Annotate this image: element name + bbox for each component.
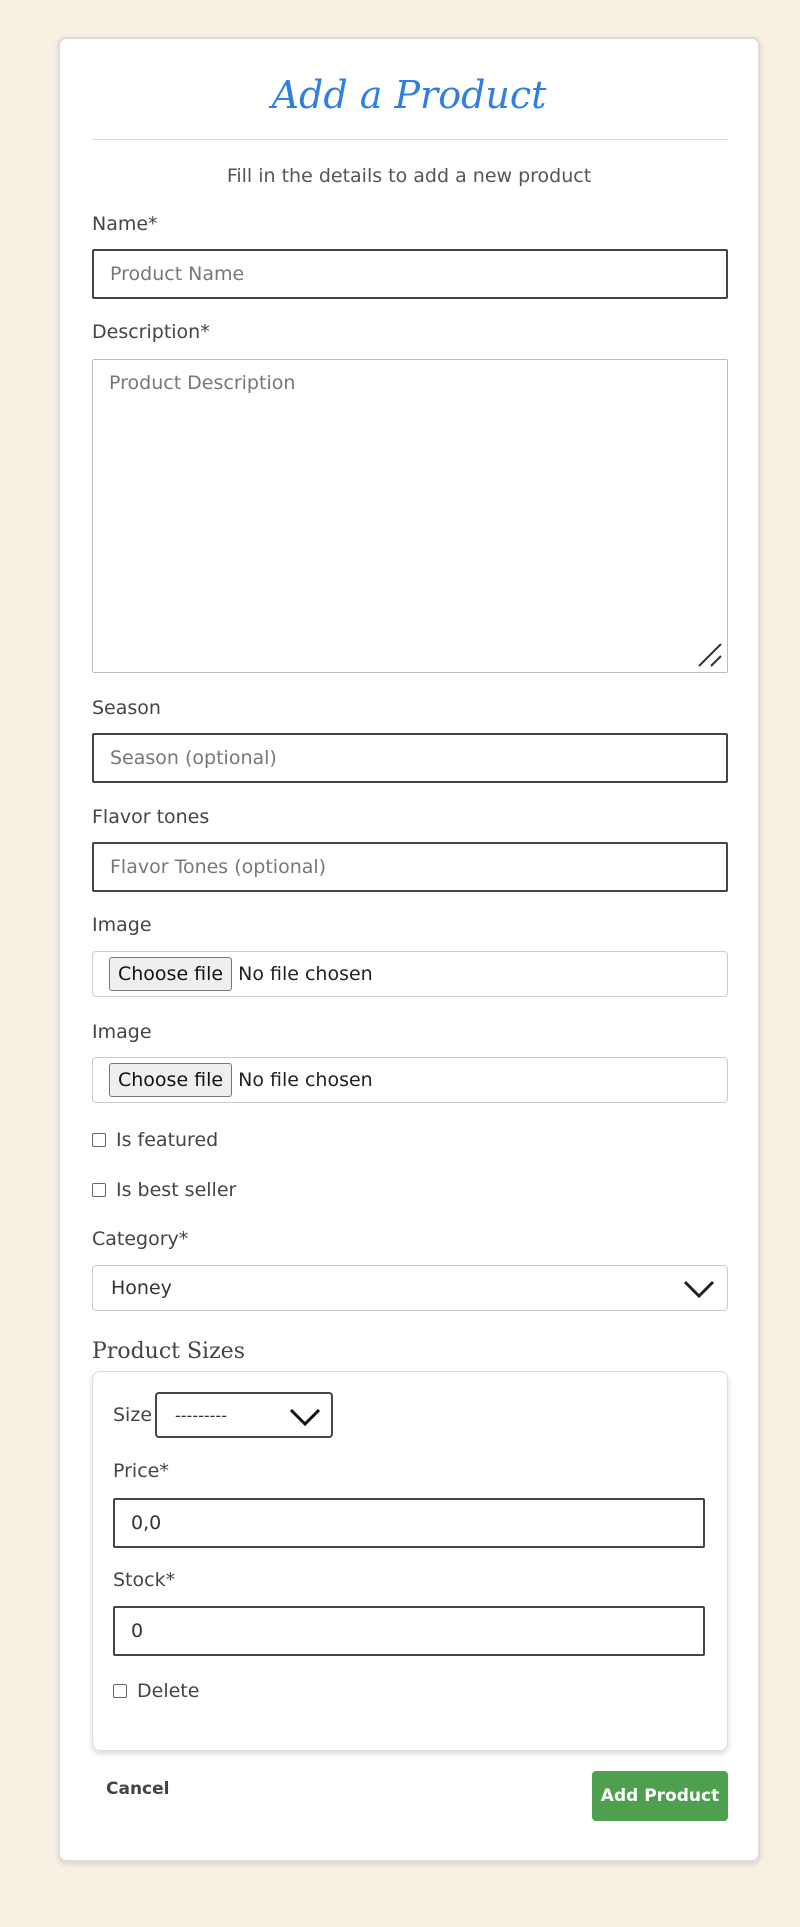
flavor-tones-input[interactable]: Flavor Tones (optional) xyxy=(92,842,728,892)
size-select[interactable]: --------- xyxy=(155,1392,333,1438)
choose-file-button[interactable]: Choose file xyxy=(109,957,233,991)
size-chevron-down-icon xyxy=(289,1408,321,1427)
description-textarea[interactable]: Product Description xyxy=(92,359,728,673)
delete-checkbox[interactable] xyxy=(113,1684,127,1698)
is-featured-row[interactable]: Is featured xyxy=(92,1129,218,1151)
season-label: Season xyxy=(92,697,161,719)
add-product-button[interactable]: Add Product xyxy=(592,1771,728,1821)
is-best-seller-checkbox[interactable] xyxy=(92,1183,106,1197)
page-title: Add a Product xyxy=(271,73,547,117)
product-sizes-title: Product Sizes xyxy=(92,1339,245,1364)
price-label: Price* xyxy=(113,1460,169,1482)
size-value: --------- xyxy=(175,1405,227,1425)
name-label: Name* xyxy=(92,213,158,235)
image-file-input[interactable]: Choose file No file chosen xyxy=(92,951,728,997)
is-best-seller-label: Is best seller xyxy=(116,1179,237,1201)
season-input[interactable]: Season (optional) xyxy=(92,733,728,783)
size-label: Size xyxy=(113,1404,153,1426)
is-featured-label: Is featured xyxy=(116,1129,219,1151)
product-sizes-panel: Size --------- Price* 0,0 Stock* 0 Delet… xyxy=(92,1371,728,1751)
page-subtitle: Fill in the details to add a new product xyxy=(226,165,592,187)
delete-label: Delete xyxy=(137,1680,200,1702)
is-best-seller-row[interactable]: Is best seller xyxy=(92,1179,236,1201)
price-input[interactable]: 0,0 xyxy=(113,1498,705,1548)
file-status-2: No file chosen xyxy=(238,1069,373,1091)
stock-label: Stock* xyxy=(113,1569,176,1591)
resize-grip-icon[interactable] xyxy=(697,642,723,668)
choose-file-button-2[interactable]: Choose file xyxy=(109,1063,233,1097)
add-product-card: Add a Product Fill in the details to add… xyxy=(58,37,760,1862)
category-value: Honey xyxy=(111,1277,172,1299)
image-label: Image xyxy=(92,914,152,936)
delete-row[interactable]: Delete xyxy=(113,1680,199,1702)
file-status: No file chosen xyxy=(238,963,373,985)
stock-input[interactable]: 0 xyxy=(113,1606,705,1656)
image-file-input-2[interactable]: Choose file No file chosen xyxy=(92,1057,728,1103)
cancel-button[interactable]: Cancel xyxy=(106,1779,169,1799)
is-featured-checkbox[interactable] xyxy=(92,1133,106,1147)
category-label: Category* xyxy=(92,1228,189,1250)
name-input[interactable]: Product Name xyxy=(92,249,728,299)
image-label-2: Image xyxy=(92,1021,152,1043)
flavor-tones-label: Flavor tones xyxy=(92,806,210,828)
description-placeholder: Product Description xyxy=(109,372,296,394)
description-label: Description* xyxy=(92,321,210,343)
title-divider xyxy=(92,139,728,140)
chevron-down-icon xyxy=(683,1280,715,1299)
category-select[interactable]: Honey xyxy=(92,1265,728,1311)
